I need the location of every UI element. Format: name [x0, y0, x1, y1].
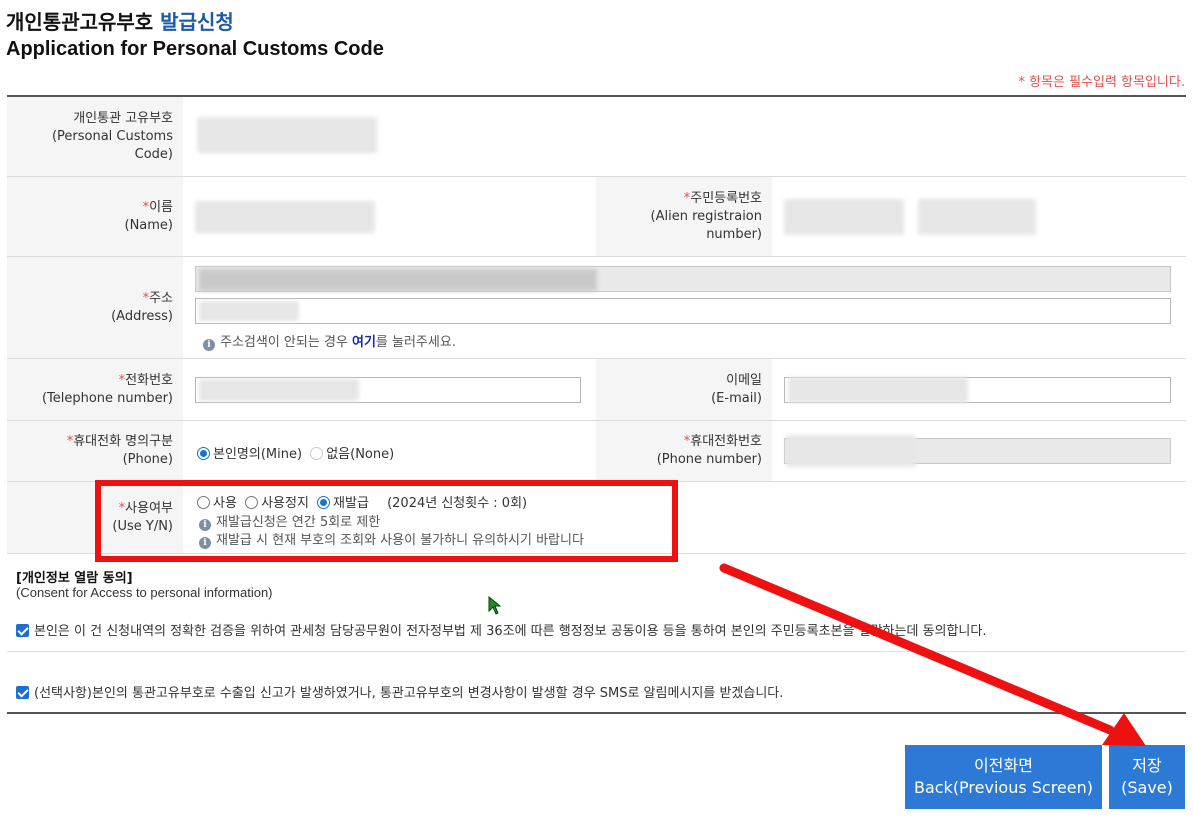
checkbox-checked-icon[interactable]	[16, 686, 29, 699]
label-ko: *주민등록번호	[683, 190, 762, 206]
label-en: (E-mail)	[711, 390, 762, 406]
address-line2-input[interactable]	[195, 298, 1171, 324]
save-label-ko: 저장	[1132, 756, 1162, 775]
reissue-count-note: (2024년 신청횟수 : 0회)	[387, 496, 528, 511]
consent-item-1[interactable]: 본인은 이 건 신청내역의 정확한 검증을 위하여 관세청 담당공무원이 전자정…	[16, 620, 986, 639]
page-title-ko: 개인통관고유부호 발급신청	[6, 6, 234, 35]
label-en: (Personal Customs Code)	[51, 128, 173, 162]
alien-reg-part1-redacted	[784, 199, 904, 235]
required-note: * 항목은 필수입력 항목입니다.	[1018, 75, 1185, 90]
label-ko: *휴대전화 명의구분	[66, 434, 173, 449]
alien-reg-part2-redacted	[918, 199, 1036, 235]
name-value[interactable]	[183, 177, 596, 256]
use-yn-radios: 사용 사용정지 재발급 (2024년 신청횟수 : 0회)	[197, 492, 527, 511]
address-help-link[interactable]: 여기	[352, 335, 376, 350]
label-en: (Name)	[124, 217, 174, 233]
row-address: *주소 (Address) i 주소검색이 안되는 경우 여기를 눌러주세요.	[7, 257, 1186, 359]
radio-checked-icon	[317, 496, 331, 509]
save-label-en: (Save)	[1121, 778, 1173, 797]
row-telephone: *전화번호 (Telephone number) 이메일 (E-mail)	[7, 359, 1186, 421]
row-phone: *휴대전화 명의구분 (Phone) 본인명의(Mine) 없음(None) *…	[7, 421, 1186, 482]
radio-suspend[interactable]: 사용정지	[245, 496, 309, 511]
radio-unchecked-icon	[245, 496, 259, 509]
consent-title: [개인정보 열람 동의]	[16, 571, 133, 586]
arrow-shaft	[719, 563, 1115, 735]
label-telephone: *전화번호 (Telephone number)	[7, 359, 183, 420]
reissue-hint-2: i 재발급 시 현재 부호의 조회와 사용이 불가하니 유의하시기 바랍니다	[199, 529, 584, 549]
phone-owner-radios: 본인명의(Mine) 없음(None)	[197, 443, 398, 462]
save-button[interactable]: 저장 (Save)	[1109, 745, 1185, 809]
customs-code-value	[183, 97, 1186, 176]
radio-unchecked-icon	[197, 496, 210, 509]
radio-unchecked-icon	[310, 447, 324, 460]
use-yn-value: 사용 사용정지 재발급 (2024년 신청횟수 : 0회) i 재발급신청은 연간…	[183, 482, 1186, 553]
label-use-yn: *사용여부 (Use Y/N)	[7, 482, 183, 553]
label-address: *주소 (Address)	[7, 257, 183, 358]
label-en: (Use Y/N)	[112, 518, 173, 534]
telephone-redacted	[199, 379, 359, 401]
title-main: 개인통관고유부호	[6, 10, 154, 34]
bottom-divider	[7, 712, 1186, 714]
label-ko: 이메일	[726, 372, 762, 388]
label-name: *이름 (Name)	[7, 177, 183, 256]
page-title-en: Application for Personal Customs Code	[6, 38, 384, 60]
label-en: (Telephone number)	[41, 390, 173, 406]
email-value	[772, 359, 1186, 420]
label-ko: *주소	[142, 290, 173, 306]
info-icon: i	[199, 537, 211, 549]
label-ko: 개인통관 고유부호	[73, 110, 173, 126]
radio-none[interactable]: 없음(None)	[310, 447, 394, 462]
label-ko: *사용여부	[118, 500, 173, 516]
label-ko: *이름	[142, 199, 173, 215]
address-hint: i 주소검색이 안되는 경우 여기를 눌러주세요.	[203, 331, 456, 351]
address-line2-redacted	[199, 301, 299, 321]
checkbox-checked-icon[interactable]	[16, 624, 29, 637]
label-alien-reg: *주민등록번호 (Alien registraion number)	[596, 177, 772, 256]
title-accent: 발급신청	[160, 10, 234, 34]
mobile-redacted	[786, 435, 916, 467]
back-label-en: Back(Previous Screen)	[913, 778, 1094, 797]
label-en: (Alien registraion number)	[650, 208, 762, 242]
label-ko: *전화번호	[118, 372, 173, 388]
application-form: 개인통관 고유부호 (Personal Customs Code) *이름 (N…	[7, 95, 1186, 554]
phone-owner-value: 본인명의(Mine) 없음(None)	[183, 421, 596, 481]
row-customs-code: 개인통관 고유부호 (Personal Customs Code)	[7, 97, 1186, 177]
arrow-head-icon	[1102, 713, 1146, 746]
telephone-value	[183, 359, 596, 420]
consent-divider	[7, 651, 1186, 652]
email-redacted	[788, 377, 968, 403]
row-name: *이름 (Name) *주민등록번호 (Alien registraion nu…	[7, 177, 1186, 257]
label-email: 이메일 (E-mail)	[596, 359, 772, 420]
label-en: (Address)	[111, 308, 173, 324]
radio-use[interactable]: 사용	[197, 496, 237, 511]
radio-checked-icon	[197, 447, 210, 460]
address-value: i 주소검색이 안되는 경우 여기를 눌러주세요.	[183, 257, 1186, 358]
label-mobile: *휴대전화번호 (Phone number)	[596, 421, 772, 481]
mobile-value	[772, 421, 1186, 481]
label-customs-code: 개인통관 고유부호 (Personal Customs Code)	[7, 97, 183, 176]
row-use-yn: *사용여부 (Use Y/N) 사용 사용정지 재발급 (2024년 신청횟수 …	[7, 482, 1186, 554]
label-ko: *휴대전화번호	[683, 434, 762, 449]
consent-subtitle: (Consent for Access to personal informat…	[16, 585, 273, 600]
label-phone-owner: *휴대전화 명의구분 (Phone)	[7, 421, 183, 481]
name-redacted	[195, 201, 375, 233]
reissue-hint-1: i 재발급신청은 연간 5회로 제한	[199, 511, 380, 531]
consent-item-2[interactable]: (선택사항)본인의 통관고유부호로 수출입 신고가 발생하였거나, 통관고유부호…	[16, 682, 783, 701]
label-en: (Phone number)	[656, 452, 762, 467]
back-label-ko: 이전화면	[974, 756, 1033, 775]
address-line1-redacted	[199, 269, 597, 291]
alien-reg-value[interactable]	[772, 177, 1186, 256]
mouse-cursor-icon	[488, 596, 502, 615]
radio-reissue[interactable]: 재발급	[317, 496, 369, 511]
back-button[interactable]: 이전화면 Back(Previous Screen)	[905, 745, 1102, 809]
radio-mine[interactable]: 본인명의(Mine)	[197, 447, 302, 462]
customs-code-redacted	[197, 117, 377, 153]
info-icon: i	[203, 339, 215, 351]
label-en: (Phone)	[122, 452, 173, 467]
